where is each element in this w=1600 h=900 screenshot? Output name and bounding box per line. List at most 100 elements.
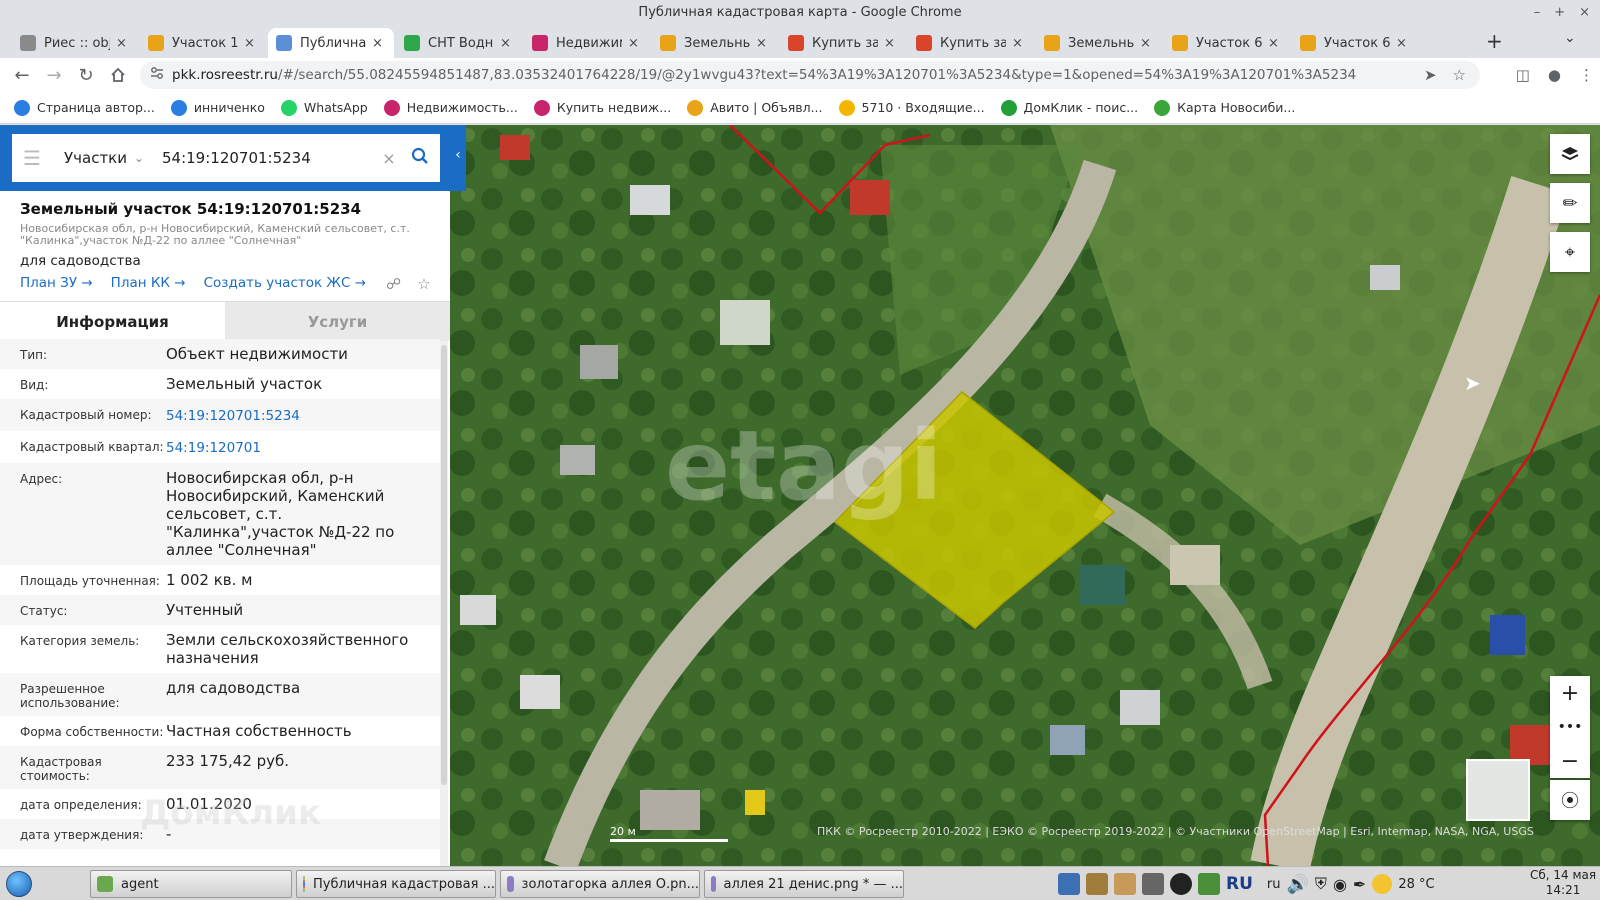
- tab-label: Риес :: obje: [44, 35, 110, 51]
- side-panel-icon[interactable]: ◫: [1516, 66, 1530, 84]
- info-row-link[interactable]: 54:19:120701:5234: [166, 405, 440, 425]
- bookmark-0[interactable]: Страница автор...: [14, 99, 155, 116]
- bookmark-3[interactable]: Недвижимость...: [383, 99, 518, 116]
- bookmark-8[interactable]: Карта Новосиби...: [1154, 99, 1295, 116]
- tab-close-icon[interactable]: ×: [116, 36, 130, 51]
- document-search-icon[interactable]: ☍: [386, 275, 401, 293]
- calc-tray-icon[interactable]: [1142, 873, 1164, 895]
- site-info-icon[interactable]: [150, 66, 164, 84]
- close-window-button[interactable]: ×: [1579, 0, 1590, 26]
- search-input[interactable]: [162, 149, 378, 167]
- favorite-star-icon[interactable]: ☆: [417, 275, 430, 293]
- camera-tray-icon[interactable]: [1170, 873, 1192, 895]
- tab-close-icon[interactable]: ×: [756, 36, 770, 51]
- keyboard-layout[interactable]: ru: [1267, 877, 1281, 892]
- zoom-in-button[interactable]: +: [1550, 676, 1590, 710]
- tab-2[interactable]: Публичная ×: [268, 28, 394, 58]
- bookmark-favicon-icon: [1154, 99, 1171, 116]
- tool-tray-icon[interactable]: [1114, 873, 1136, 895]
- more-dots-icon[interactable]: •••: [1550, 710, 1590, 744]
- new-tab-button[interactable]: +: [1486, 30, 1503, 52]
- compass-icon[interactable]: ⦿: [1550, 780, 1590, 820]
- monitor-tray-icon[interactable]: [1198, 873, 1220, 895]
- address-bar[interactable]: pkk.rosreestr.ru/#/search/55.08245594851…: [140, 61, 1480, 89]
- eye-icon[interactable]: ◉: [1333, 875, 1347, 894]
- home-icon[interactable]: [102, 59, 134, 91]
- tab-8[interactable]: Земельны ×: [1036, 28, 1162, 58]
- tab-information[interactable]: Информация: [0, 302, 225, 341]
- bookmark-2[interactable]: WhatsApp: [280, 99, 368, 116]
- scale-bar: [610, 839, 728, 842]
- taskbar-item-image-1[interactable]: золотагорка аллея О.pn...: [500, 870, 700, 898]
- info-row-link[interactable]: 54:19:120701: [166, 437, 440, 457]
- maximize-button[interactable]: +: [1554, 0, 1565, 26]
- tab-close-icon[interactable]: ×: [1268, 36, 1282, 51]
- search-type-select[interactable]: Участки: [64, 149, 134, 167]
- shield-icon[interactable]: ⛨: [1315, 874, 1327, 894]
- reload-icon[interactable]: ↻: [70, 59, 102, 91]
- forward-arrow-icon[interactable]: →: [38, 59, 70, 91]
- layers-icon[interactable]: [1550, 134, 1590, 174]
- tab-7[interactable]: Купить за ×: [908, 28, 1034, 58]
- bookmark-5[interactable]: Авито | Объявл...: [687, 99, 823, 116]
- tab-close-icon[interactable]: ×: [372, 36, 386, 51]
- tab-close-icon[interactable]: ×: [884, 36, 898, 51]
- tab-close-icon[interactable]: ×: [628, 36, 642, 51]
- tab-search-chevron-icon[interactable]: ⌄: [1564, 30, 1576, 46]
- tab-5[interactable]: Земельны ×: [652, 28, 778, 58]
- clock[interactable]: Сб, 14 мая 14:21: [1530, 868, 1596, 898]
- doc-tray-icon[interactable]: [1058, 873, 1080, 895]
- mouse-cursor-icon: ➤: [1464, 371, 1481, 395]
- minimap[interactable]: [1466, 759, 1530, 821]
- taskbar-item-chrome[interactable]: Публичная кадастровая ...: [296, 870, 496, 898]
- tab-6[interactable]: Купить за ×: [780, 28, 906, 58]
- create-plot-link[interactable]: Создать участок ЖС →: [204, 275, 366, 291]
- tab-close-icon[interactable]: ×: [1396, 36, 1410, 51]
- send-icon[interactable]: ➤: [1424, 66, 1437, 84]
- search-icon[interactable]: [400, 147, 440, 170]
- tab-close-icon[interactable]: ×: [1140, 36, 1154, 51]
- zoom-out-button[interactable]: −: [1550, 744, 1590, 778]
- ruler-icon[interactable]: ✏: [1550, 183, 1590, 223]
- panel-scrollbar[interactable]: [440, 341, 448, 866]
- tab-4[interactable]: Недвижим ×: [524, 28, 650, 58]
- taskbar-item-image-2[interactable]: аллея 21 денис.png * — ...: [704, 870, 904, 898]
- bookmark-4[interactable]: Купить недвиж...: [533, 99, 671, 116]
- zoom-controls: + ••• −: [1550, 676, 1590, 778]
- start-button[interactable]: [0, 868, 38, 900]
- bookmark-1[interactable]: инниченко: [170, 99, 265, 116]
- tab-services[interactable]: Услуги: [225, 302, 450, 341]
- back-arrow-icon[interactable]: ←: [6, 59, 38, 91]
- chevron-down-icon[interactable]: ⌄: [134, 151, 154, 165]
- tab-1[interactable]: Участок 10 ×: [140, 28, 266, 58]
- tab-3[interactable]: СНТ Водни ×: [396, 28, 522, 58]
- tab-0[interactable]: Риес :: obje ×: [12, 28, 138, 58]
- locate-icon[interactable]: ⌖: [1550, 232, 1590, 272]
- clear-icon[interactable]: ×: [378, 149, 400, 168]
- tab-9[interactable]: Участок 6 ×: [1164, 28, 1290, 58]
- pen-icon[interactable]: ✒: [1353, 875, 1366, 894]
- tab-10[interactable]: Участок 6 ×: [1292, 28, 1418, 58]
- language-indicator[interactable]: RU: [1226, 874, 1253, 894]
- info-row: Тип: Объект недвижимости: [0, 339, 440, 369]
- volume-icon[interactable]: 🔊: [1287, 874, 1309, 895]
- info-row-label: Вид:: [20, 378, 49, 392]
- collapse-panel-icon[interactable]: ‹: [450, 147, 466, 169]
- tab-close-icon[interactable]: ×: [500, 36, 514, 51]
- plan-kk-link[interactable]: План КК →: [111, 275, 186, 291]
- profile-icon[interactable]: ●: [1548, 66, 1561, 84]
- more-menu-icon[interactable]: ⋮: [1579, 66, 1594, 84]
- menu-icon[interactable]: ☰: [12, 146, 52, 170]
- bookmark-7[interactable]: ДомКлик - поис...: [1000, 99, 1138, 116]
- tab-close-icon[interactable]: ×: [244, 36, 258, 51]
- taskbar-item-agent[interactable]: agent: [90, 870, 292, 898]
- windows-orb-icon: [6, 870, 32, 897]
- bookmark-6[interactable]: 5710 · Входящие...: [838, 99, 985, 116]
- minimize-button[interactable]: –: [1534, 0, 1541, 26]
- plan-zu-link[interactable]: План ЗУ →: [20, 275, 93, 291]
- bookmark-star-icon[interactable]: ☆: [1453, 66, 1466, 84]
- scrollbar-thumb[interactable]: [441, 345, 447, 785]
- weather-sun-icon[interactable]: [1372, 874, 1393, 894]
- app-tray-icon[interactable]: [1086, 873, 1108, 895]
- tab-close-icon[interactable]: ×: [1012, 36, 1026, 51]
